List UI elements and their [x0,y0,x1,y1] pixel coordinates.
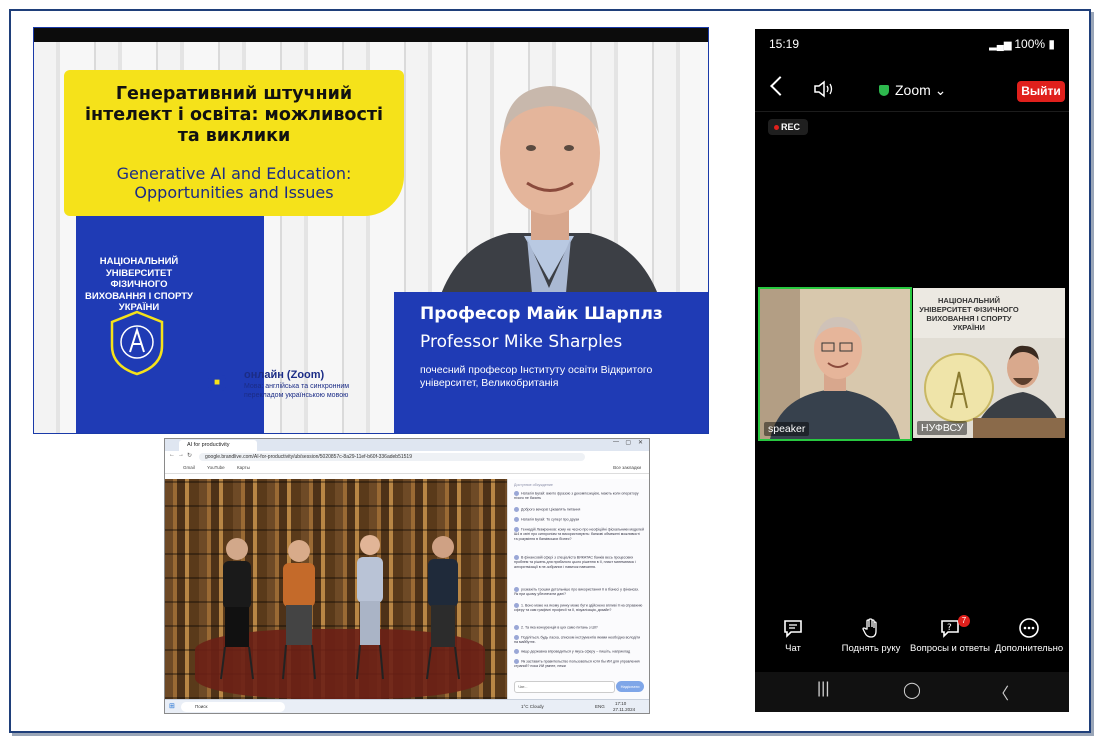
minimize-icon[interactable]: — [613,439,619,445]
raise-hand-icon [862,618,877,638]
banner-title-en: Generative AI and Education: Opportuniti… [116,164,352,202]
weather-widget[interactable]: 1°C Cloudy [521,700,544,713]
recent-apps-icon[interactable]: ||| [817,680,829,698]
zoom-phone-screen: 15:19 ▂▄▆ 100% ▮ Zoom ⌄ Выйти REC speake… [755,29,1069,712]
status-battery: ▂▄▆ 100% ▮ [989,37,1055,51]
panelists [220,535,460,680]
bookmark-gmail[interactable]: Gmail [183,463,195,473]
windows-start-icon[interactable]: ⊞ [169,700,175,713]
chat-panel: Доступное обсуждение Наталія Бугай: вжит… [507,479,649,699]
bookmark-youtube[interactable]: YouTube [207,463,225,473]
address-bar-row: ← → ↻ google.brandlive.com/AI-for-produc… [165,451,649,463]
forward-arrow-icon[interactable]: → [178,452,184,458]
avatar-icon [514,507,519,512]
tile-label-nufvsu: НУФВСУ [917,421,968,435]
avatar-icon [514,625,519,630]
video-tile-nufvsu[interactable]: НАЦІОНАЛЬНИЙ УНІВЕРСИТЕТ ФІЗИЧНОГО ВИХОВ… [913,288,1065,438]
leave-button[interactable]: Выйти [1017,81,1065,102]
panelist-2 [282,540,316,680]
header-divider [755,111,1069,112]
chat-message: розкажіть трошки детальніше про використ… [514,587,640,597]
chevron-down-icon: ⌄ [930,82,947,98]
taskbar-date: 27.11.2024 [613,707,636,712]
chat-label: Чат [785,643,801,654]
avatar-icon [514,649,519,654]
university-emblem-icon [110,310,164,376]
back-arrow-icon[interactable]: ← [169,452,175,458]
chat-message: Наталія Бугай: вжито фразою з декомпозиц… [514,491,639,501]
online-subtitle: Мова: англійська та синхронним перекладо… [244,383,350,399]
android-back-icon[interactable]: 〈 [993,680,1009,704]
language-indicator[interactable]: ENG [595,700,605,713]
taskbar-search[interactable]: Поиск [181,702,285,712]
chat-button[interactable]: Чат [755,617,833,654]
banner-title-uk: Генеративний штучний інтелект і освіта: … [85,84,383,146]
browser-tab-strip: AI for productivity — ▢ ✕ [165,439,649,451]
professor-name-en: Professor Mike Sharples [420,332,623,352]
chat-message: В фінансовій сфері з спеціаліста ВИКАТАС… [514,555,636,569]
signal-icon: ▂▄▆ [989,40,1015,51]
panelist-4 [426,536,460,680]
chat-message: Геннадій Левкренков: кому не чесно про н… [514,527,644,541]
online-title: онлайн (Zoom) [244,369,325,381]
meeting-controls: Чат Поднять руку ? 7 Вопросы и ответы До… [755,615,1069,667]
chat-header: Доступное обсуждение [514,483,553,487]
browser-window: AI for productivity — ▢ ✕ ← → ↻ google.b… [164,438,650,714]
more-label: Дополнительно [994,643,1064,654]
speaker-video [760,289,910,439]
url-field[interactable]: google.brandlive.com/AI-for-productivity… [199,453,585,461]
maximize-icon[interactable]: ▢ [625,439,631,446]
online-info: ■ онлайн (Zoom) Мова: англійська та синх… [204,367,364,405]
chat-icon [784,620,802,638]
battery-icon: ▮ [1045,37,1055,51]
nufvsu-sign: НАЦІОНАЛЬНИЙ УНІВЕРСИТЕТ ФІЗИЧНОГО ВИХОВ… [919,296,1019,332]
record-dot-icon [774,125,779,131]
bookmark-maps[interactable]: Карты [237,463,250,473]
reload-icon[interactable]: ↻ [187,452,192,459]
android-nav-bar: ||| ◯ 〈 [755,672,1069,712]
chat-message: Поділіться, будь ласка, списком інструме… [514,635,641,645]
browser-tab[interactable]: AI for productivity [179,440,257,451]
panelist-3 [356,535,384,680]
send-button[interactable]: Надіслати [616,681,644,692]
chat-message: Доброго вечора! Цікавлять питання [514,507,644,512]
speaker-audio-icon[interactable] [813,80,835,98]
zoom-title[interactable]: Zoom ⌄ [881,82,946,99]
qa-badge: 7 [958,615,970,627]
chat-input[interactable]: Чат... [514,681,615,693]
tile-label-speaker: speaker [764,422,810,436]
avatar-icon [514,517,519,522]
university-name: НАЦІОНАЛЬНИЙ УНІВЕРСИТЕТ ФІЗИЧНОГО ВИХОВ… [85,256,193,313]
raise-hand-label: Поднять руку [841,643,901,654]
raise-hand-button[interactable]: Поднять руку [831,617,911,654]
close-icon[interactable]: ✕ [638,439,643,446]
event-banner: Генеративний штучний інтелект і освіта: … [33,27,709,434]
chat-message: Наталія Бугай: То супер! про друзи [514,517,644,522]
professor-description: почесний професор Інституту освіти Відкр… [420,364,653,389]
qa-button[interactable]: ? 7 Вопросы и ответы [910,615,991,654]
more-icon [1019,618,1039,638]
chat-message: якщо державна впровадиться у якусь сферу… [514,649,644,654]
video-stream[interactable] [165,479,507,699]
svg-text:?: ? [947,623,952,633]
status-time: 15:19 [769,37,800,51]
video-tile-speaker[interactable]: speaker [758,287,912,441]
home-icon[interactable]: ◯ [903,680,921,700]
panelist-1 [220,538,254,680]
video-camera-icon: ■ [208,375,226,391]
chat-message: 1. Воно може на якому ринку може бути зд… [514,603,643,613]
all-bookmarks[interactable]: Все закладки [613,463,641,473]
recording-badge: REC [768,119,808,135]
banner-top-stripe [34,28,708,42]
qa-label: Вопросы и ответы [910,643,991,654]
more-button[interactable]: Дополнительно [989,617,1069,654]
chat-message: 2. Та яка конкуренція в цих само питань … [514,625,644,630]
chat-message: Як заставить правительство пользоваться … [514,659,640,669]
professor-name-uk: Професор Майк Шарплз [420,304,663,324]
windows-taskbar: ⊞ Поиск 1°C Cloudy ENG 17:10 27.11.2024 [165,699,649,713]
back-icon[interactable] [770,76,790,96]
bookmarks-bar: Gmail YouTube Карты Все закладки [165,463,649,474]
